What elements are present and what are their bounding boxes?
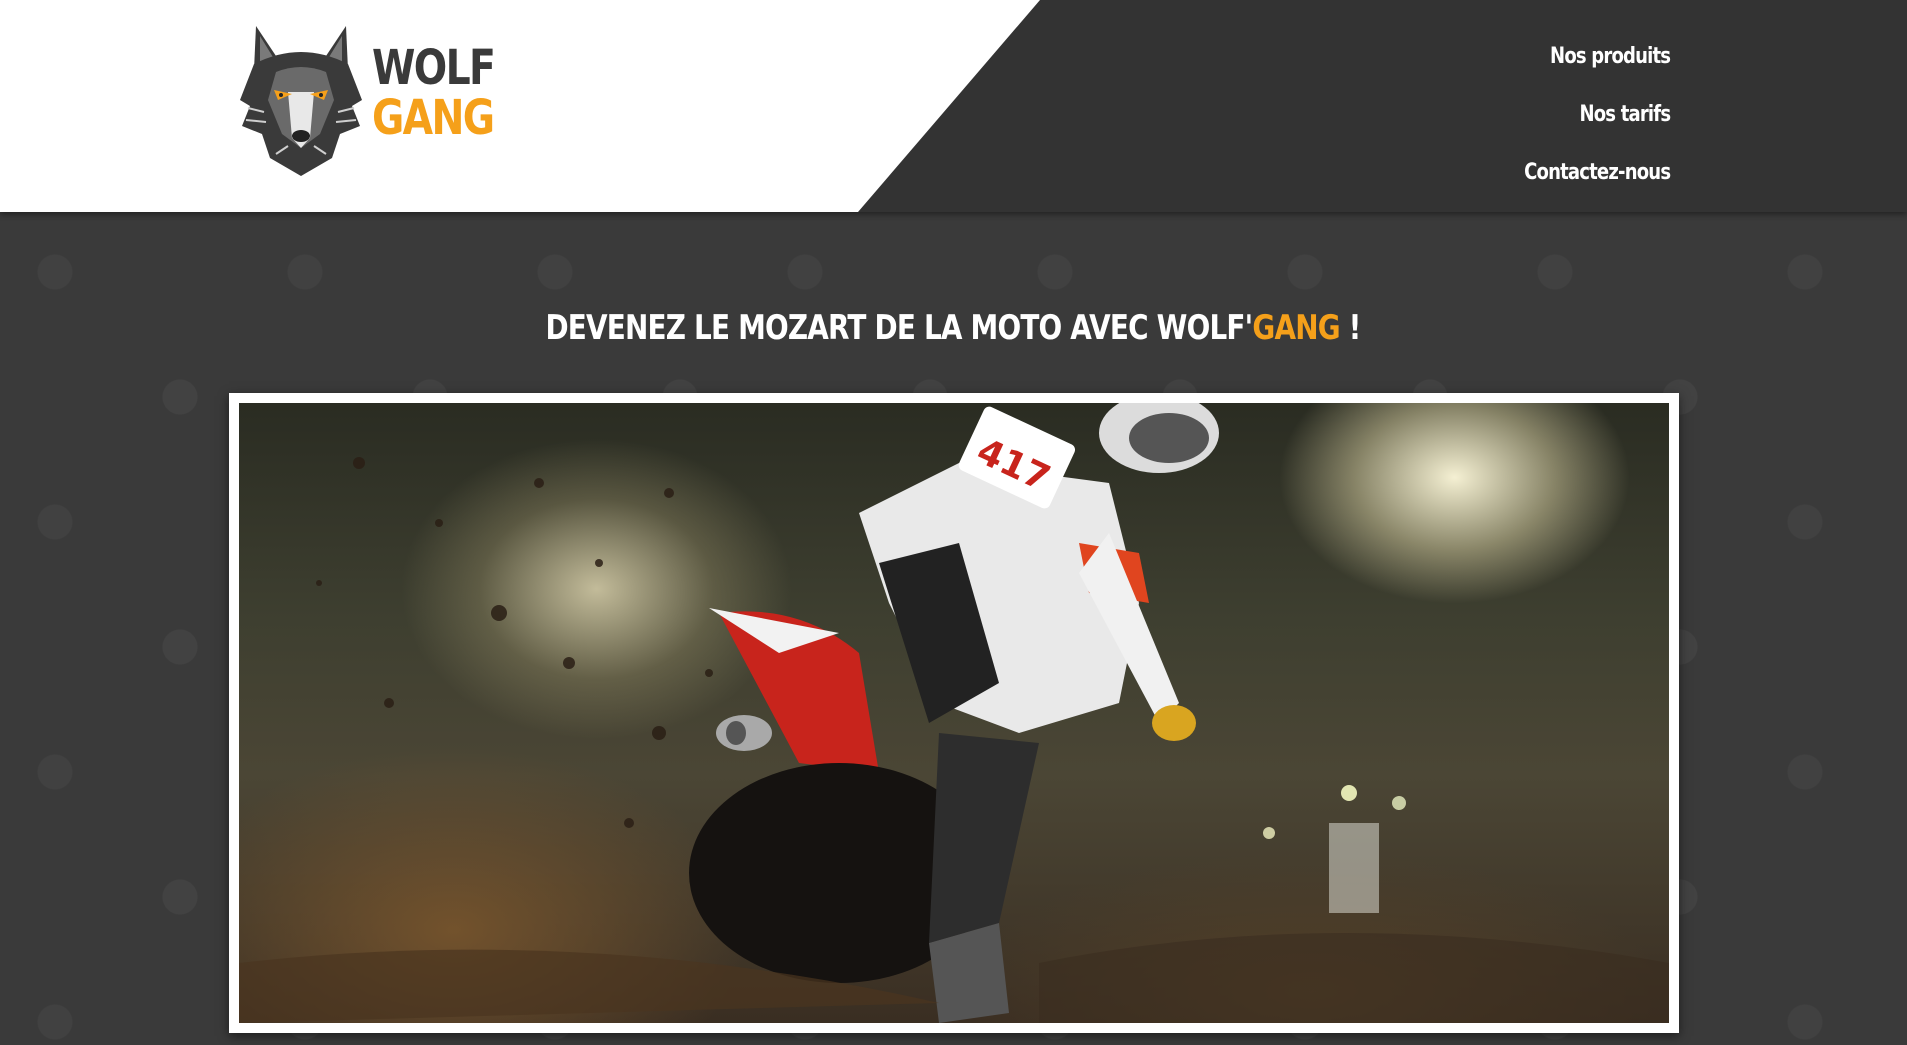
site-logo[interactable]: WOLF GANG <box>236 22 496 178</box>
page-headline: DEVENEZ LE MOZART DE LA MOTO AVEC WOLF'G… <box>0 301 1907 355</box>
site-header: WOLF GANG Nos produits Nos tarifs Contac… <box>0 0 1907 212</box>
headline-text: DEVENEZ LE MOZART DE LA MOTO AVEC WOLF'G… <box>545 301 1362 355</box>
headline-prefix: DEVENEZ LE MOZART DE LA MOTO AVEC WOLF' <box>545 307 1254 348</box>
nav-link-produits[interactable]: Nos produits <box>1524 28 1671 86</box>
logo-text-gang: GANG <box>372 90 495 146</box>
motocross-rider-photo: 417 <box>239 403 1669 1023</box>
headline-accent: GANG <box>1252 307 1341 348</box>
nav-link-tarifs[interactable]: Nos tarifs <box>1524 86 1671 144</box>
hero-image-frame: 417 <box>229 393 1679 1033</box>
wolf-head-icon <box>240 26 362 176</box>
hero-illustration: 417 <box>239 403 1669 1023</box>
main-nav: Nos produits Nos tarifs Contactez-nous <box>1492 28 1671 202</box>
nav-link-contact[interactable]: Contactez-nous <box>1524 144 1671 202</box>
logo-wordmark: WOLF GANG <box>372 40 496 146</box>
header-white-panel <box>0 0 1040 212</box>
logo-text-wolf: WOLF <box>372 40 496 96</box>
headline-suffix: ! <box>1340 307 1362 348</box>
